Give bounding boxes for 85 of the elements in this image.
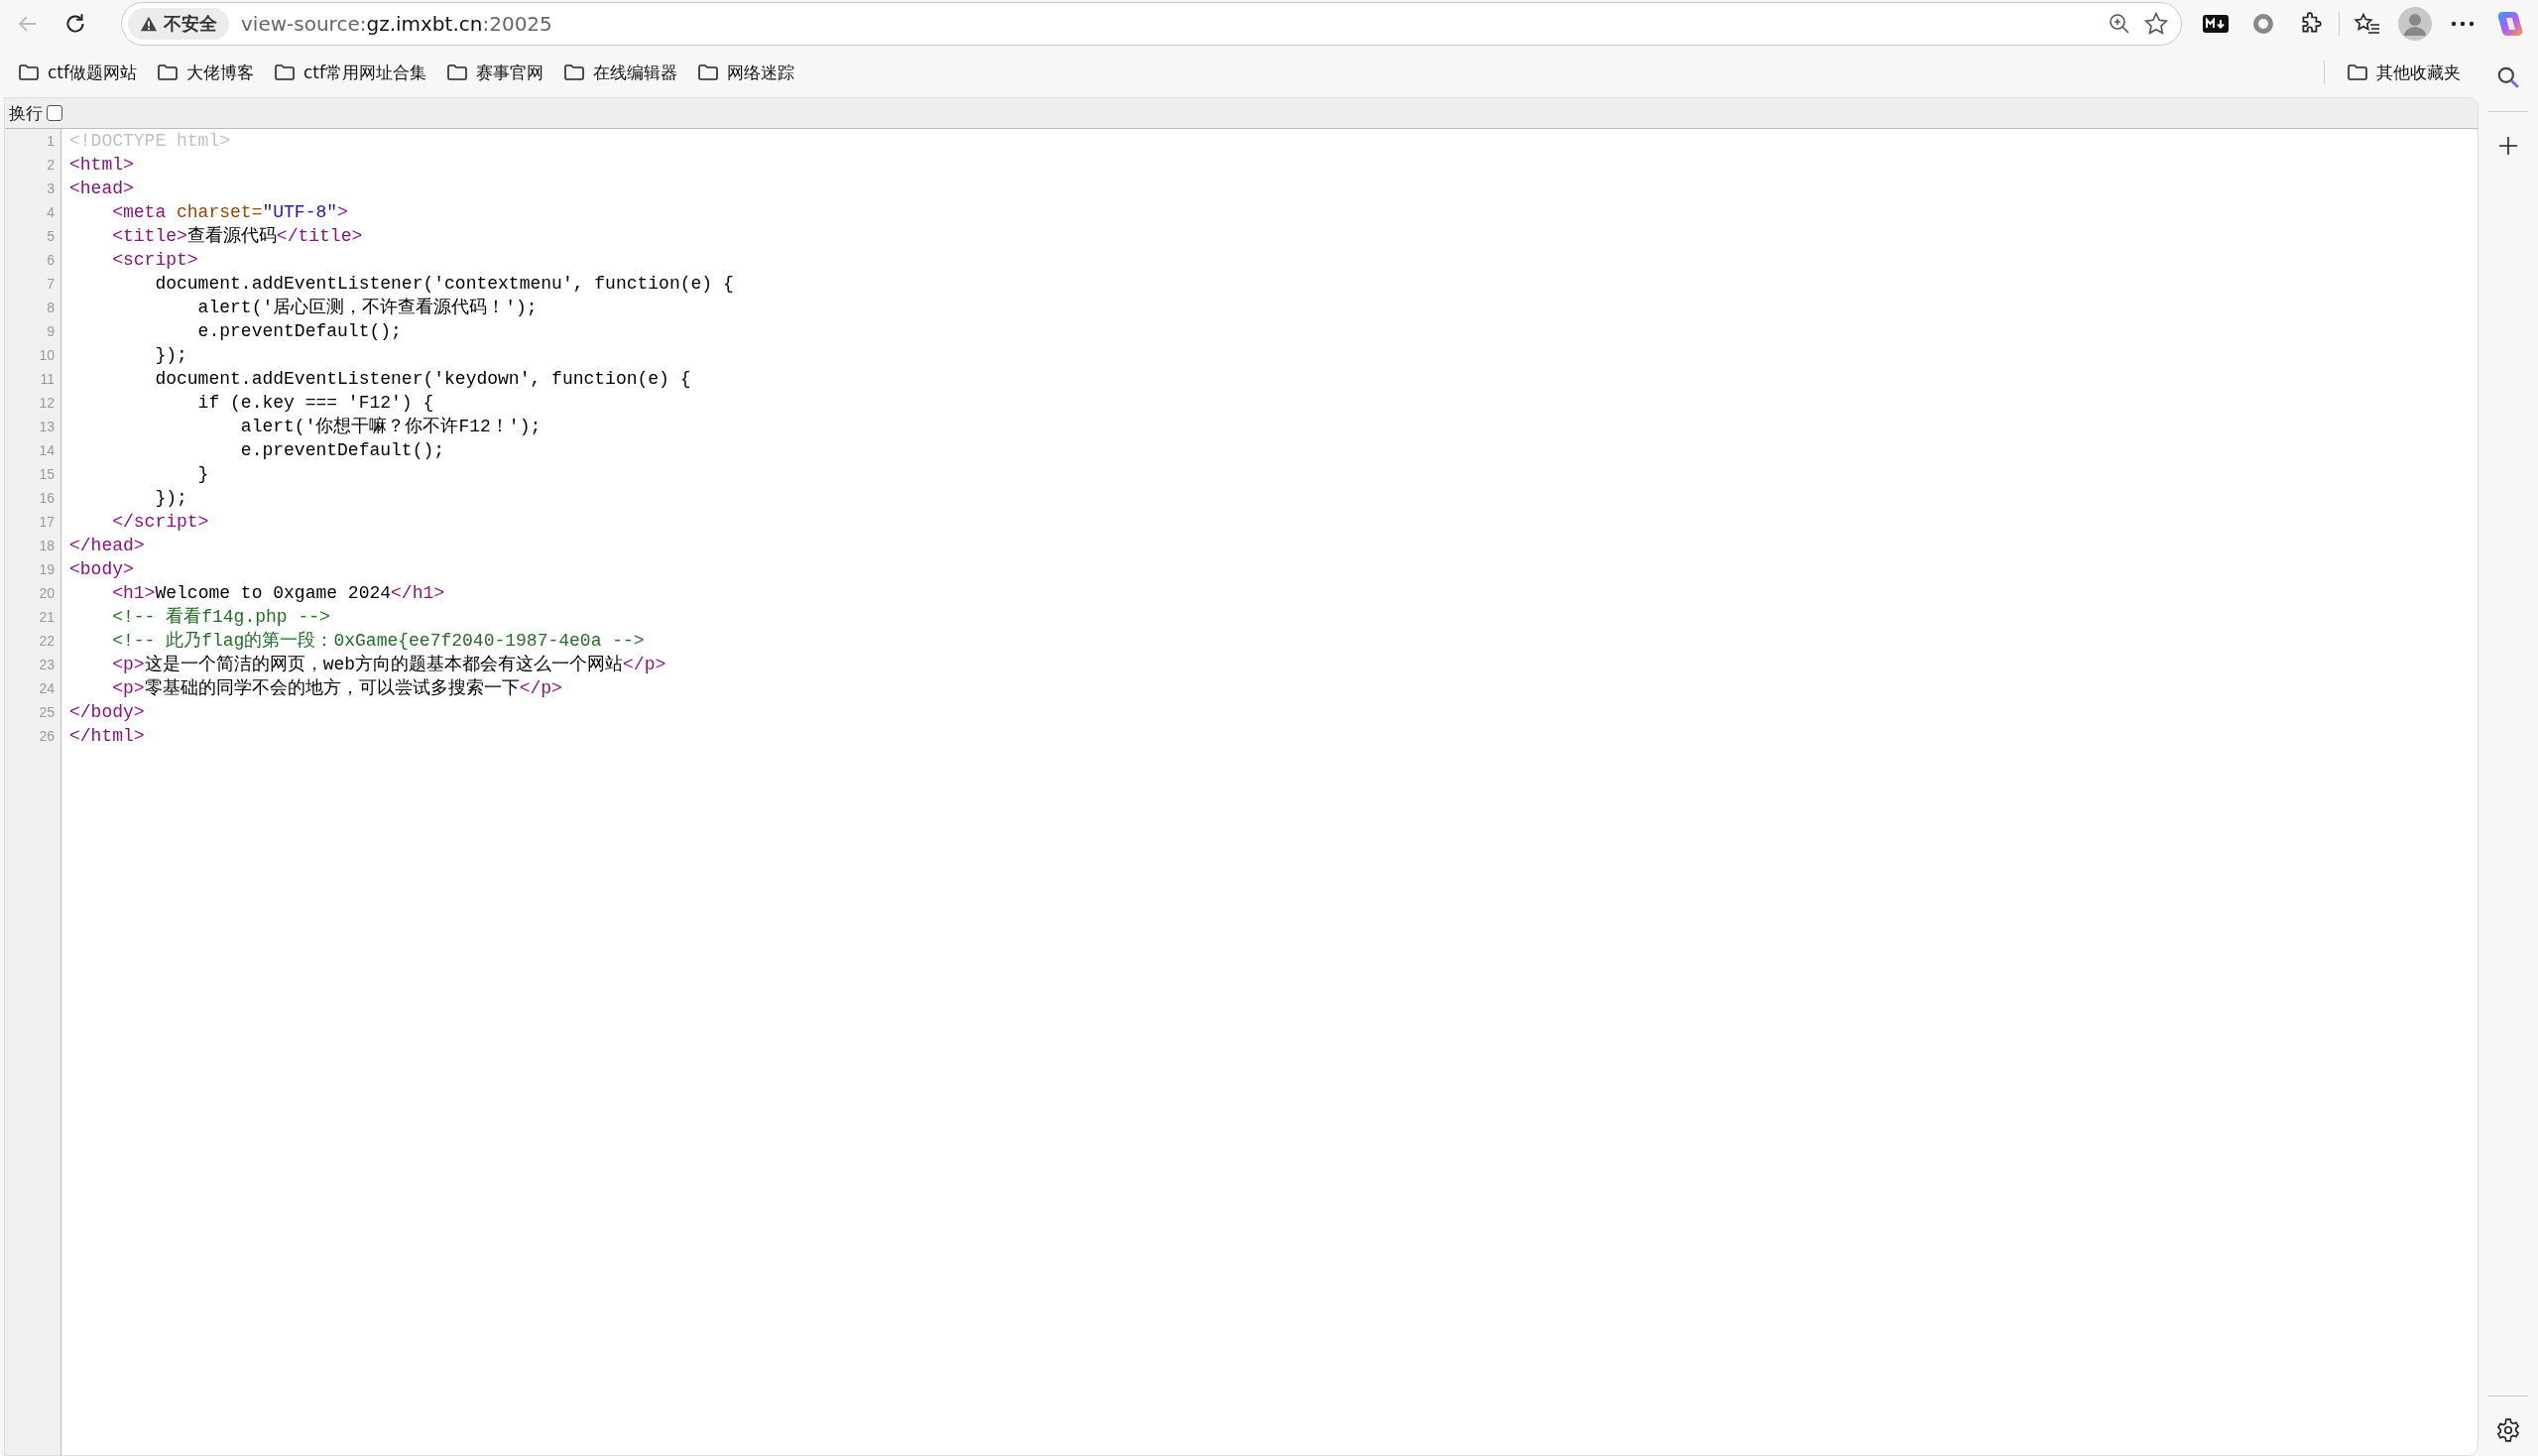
line-number: 25 <box>39 703 56 722</box>
line-number: 10 <box>39 346 56 365</box>
line-number: 17 <box>39 513 56 532</box>
star-list-icon <box>2354 11 2381 37</box>
bookmark-item[interactable]: ctf做题网站 <box>10 55 145 90</box>
bookmark-item[interactable]: 网络迷踪 <box>689 55 802 90</box>
folder-icon <box>157 61 179 83</box>
code-line: e.preventDefault(); <box>196 320 402 343</box>
code-line: <p>这是一个简洁的网页，web方向的题基本都会有这么一个网站</p> <box>111 654 666 676</box>
line-number: 15 <box>39 465 56 484</box>
security-label: 不安全 <box>164 12 217 36</box>
code-line: <!-- 看看f14g.php --> <box>111 606 330 629</box>
plus-icon <box>2497 135 2519 157</box>
line-number: 1 <box>47 132 56 151</box>
wrap-checkbox[interactable] <box>47 105 62 121</box>
code-line: }); <box>154 344 187 367</box>
code-line: <p>零基础的同学不会的地方，可以尝试多搜索一下</p> <box>111 677 562 700</box>
code-line: if (e.key === 'F12') { <box>196 392 434 415</box>
wrap-label: 换行 <box>9 101 43 125</box>
line-number: 4 <box>47 203 56 222</box>
line-number: 23 <box>39 656 56 674</box>
folder-icon <box>2347 61 2368 83</box>
code-line: alert('你想干嘛？你不许F12！'); <box>239 416 542 438</box>
search-icon <box>2495 64 2521 90</box>
code-line: <html> <box>68 154 134 177</box>
bookmark-item[interactable]: ctf常用网址合集 <box>266 55 434 90</box>
code-line: <h1>Welcome to 0xgame 2024</h1> <box>111 582 445 605</box>
folder-icon <box>274 61 296 83</box>
gear-icon <box>2495 1417 2521 1443</box>
folder-icon <box>563 61 585 83</box>
code-line: </script> <box>111 511 209 534</box>
bookmark-item[interactable]: 在线编辑器 <box>555 55 685 90</box>
line-number: 9 <box>47 322 56 341</box>
zoom-in-icon[interactable] <box>2108 12 2131 36</box>
code-line: <title>查看源代码</title> <box>111 225 363 248</box>
circle-icon <box>2250 11 2276 37</box>
line-number: 22 <box>39 632 56 651</box>
avatar-icon <box>2398 7 2432 41</box>
line-number: 14 <box>39 441 56 460</box>
bookmark-item[interactable]: 大佬博客 <box>149 55 262 90</box>
line-number: 5 <box>47 227 56 246</box>
line-number: 6 <box>47 251 56 270</box>
line-number: 26 <box>39 727 56 746</box>
copilot-icon <box>2495 9 2525 39</box>
more-icon <box>2451 21 2475 27</box>
code-line: <!DOCTYPE html> <box>68 130 231 153</box>
line-number: 24 <box>39 679 56 698</box>
code-line: e.preventDefault(); <box>239 439 445 462</box>
warning-icon <box>140 15 158 33</box>
profile-button[interactable] <box>2395 4 2435 44</box>
code-line: </head> <box>68 535 145 557</box>
code-line: <head> <box>68 178 134 200</box>
line-number: 11 <box>40 370 56 389</box>
code-line: }); <box>154 487 187 510</box>
line-number: 8 <box>47 299 56 317</box>
url-text: view-source:gz.imxbt.cn:20025 <box>241 12 553 36</box>
markdown-icon <box>2203 15 2229 33</box>
folder-icon <box>446 61 468 83</box>
code-line: </body> <box>68 701 145 724</box>
line-number: 7 <box>47 275 56 294</box>
code-line: </html> <box>68 725 145 748</box>
line-number: 12 <box>39 394 56 413</box>
line-number: 2 <box>47 156 56 175</box>
security-indicator[interactable]: 不安全 <box>128 8 229 40</box>
folder-icon <box>697 61 719 83</box>
code-line: } <box>196 463 209 486</box>
line-number: 16 <box>39 489 56 508</box>
code-line: document.addEventListener('keydown', function(e) { <box>154 368 691 391</box>
folder-icon <box>18 61 40 83</box>
code-line: document.addEventListener('contextmenu', function(e) { <box>154 273 734 296</box>
line-number: 13 <box>39 418 56 436</box>
line-number: 21 <box>39 608 56 627</box>
bookmark-item[interactable]: 其他收藏夹 <box>2339 55 2469 90</box>
line-number: 3 <box>47 180 56 198</box>
code-line: <meta charset="UTF-8"> <box>111 201 348 224</box>
code-line: <!-- 此乃flag的第一段：0xGame{ee7f2040-1987-4e0a --> <box>111 630 645 653</box>
line-number: 19 <box>39 560 56 579</box>
address-bar[interactable]: 不安全 view-source:gz.imxbt.cn:20025 <box>121 2 2182 46</box>
line-number: 18 <box>39 537 56 555</box>
line-number: 20 <box>39 584 56 603</box>
code-line: <script> <box>111 249 198 272</box>
star-icon[interactable] <box>2143 11 2169 37</box>
code-line: <body> <box>68 558 134 581</box>
code-line: alert('居心叵测，不许查看源代码！'); <box>196 297 538 319</box>
bookmark-item[interactable]: 赛事官网 <box>438 55 551 90</box>
